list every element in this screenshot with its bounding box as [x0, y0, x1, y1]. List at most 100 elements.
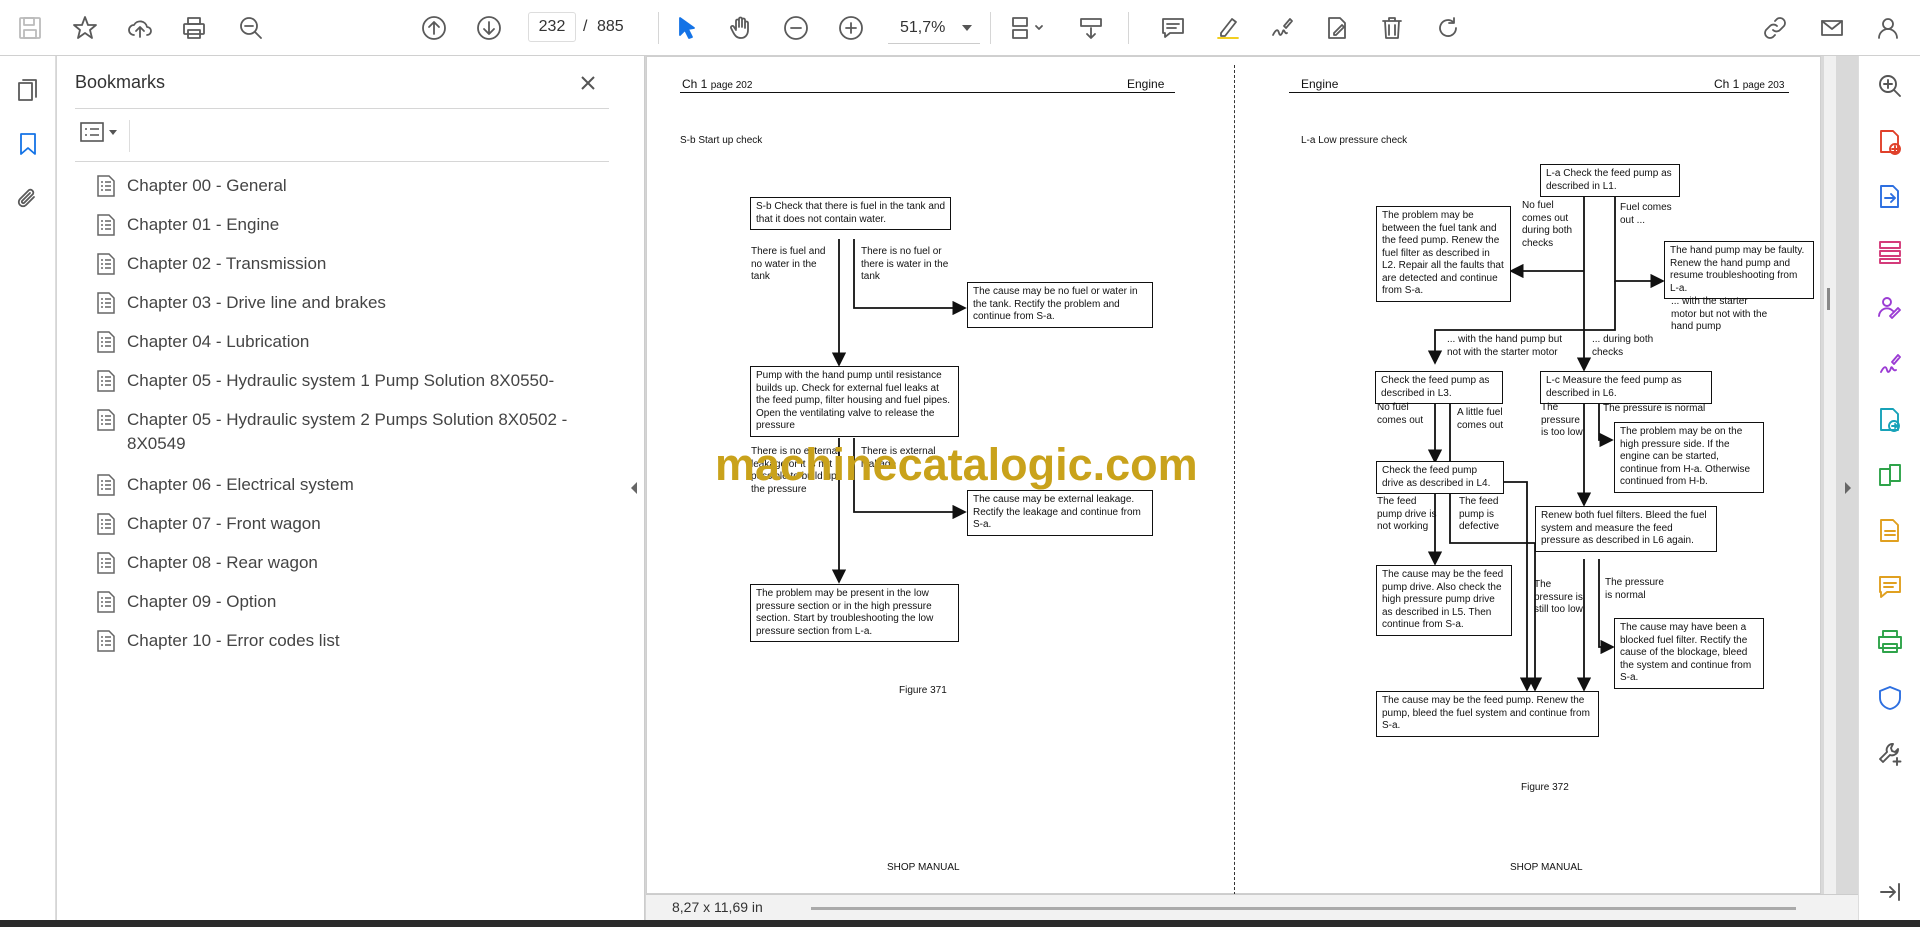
scroll-mode-icon[interactable] [1073, 10, 1109, 46]
bookmark-label: Chapter 06 - Electrical system [127, 475, 354, 494]
redo-icon[interactable] [1430, 10, 1466, 46]
bookmark-label: Chapter 03 - Drive line and brakes [127, 293, 386, 312]
bookmark-page-icon [95, 408, 117, 432]
scan-ocr-icon[interactable] [1874, 515, 1906, 547]
compress-pdf-icon[interactable] [1874, 404, 1906, 436]
more-tools-icon[interactable] [1874, 738, 1906, 770]
total-pages: 885 [597, 18, 624, 35]
arrow-down-circle-icon[interactable] [471, 10, 507, 46]
bookmark-item[interactable]: Chapter 10 - Error codes list [95, 629, 615, 653]
flow-label-fuel-comes: Fuel comes out ... [1620, 202, 1672, 226]
flow-label-drive-not-working: The feed pump drive is not working [1377, 496, 1437, 532]
bookmark-page-icon [95, 252, 117, 276]
account-icon[interactable] [1870, 10, 1906, 46]
zoom-value: 51,7% [900, 19, 946, 36]
hand-tool-icon[interactable] [723, 10, 759, 46]
flow-label-starter: ... with the starter motor but not with … [1671, 296, 1768, 332]
collapse-left-panel-icon[interactable] [628, 480, 640, 496]
save-icon[interactable] [12, 10, 48, 46]
flow-box-feed-drive: The cause may be the feed pump drive. Al… [1376, 565, 1512, 636]
bookmark-item[interactable]: Chapter 08 - Rear wagon [95, 551, 615, 575]
bookmark-page-icon [95, 590, 117, 614]
flow-label-hand-not-starter: ... with the hand pump but not with the … [1447, 334, 1563, 358]
bookmark-page-icon [95, 291, 117, 315]
bookmark-icon[interactable] [10, 126, 46, 162]
select-cursor-icon[interactable] [668, 10, 704, 46]
attachment-icon[interactable] [10, 180, 46, 216]
bookmark-item[interactable]: Chapter 05 - Hydraulic system 2 Pumps So… [95, 408, 615, 456]
bookmark-item[interactable]: Chapter 00 - General [95, 174, 615, 198]
trash-icon[interactable] [1374, 10, 1410, 46]
flow-label-normal: The pressure is normal [1603, 403, 1706, 414]
flow-box-renew-filters: Renew both fuel filters. Bleed the fuel … [1535, 506, 1717, 552]
bookmark-item[interactable]: Chapter 07 - Front wagon [95, 512, 615, 536]
star-icon[interactable] [67, 10, 103, 46]
flow-label-l3-little: A little fuel comes out [1457, 407, 1504, 431]
collapse-right-panel-icon[interactable] [1842, 480, 1854, 496]
bookmark-page-icon [95, 629, 117, 653]
print-icon[interactable] [176, 10, 212, 46]
flow-box-hand-pump: Pump with the hand pump until resistance… [750, 366, 959, 437]
flow-box-blocked-filter: The cause may have been a blocked fuel f… [1614, 618, 1764, 689]
draw-signature-icon[interactable] [1264, 10, 1300, 46]
flow-label-fuel-ok: There is fuel and no water in the tank [751, 246, 826, 282]
page-number-input[interactable]: 232 [528, 12, 576, 42]
bookmark-page-icon [95, 330, 117, 354]
bookmark-item[interactable]: Chapter 09 - Option [95, 590, 615, 614]
bookmark-label: Chapter 02 - Transmission [127, 254, 327, 273]
comment-tool-icon[interactable] [1874, 571, 1906, 603]
compare-files-icon[interactable] [1874, 459, 1906, 491]
flow-box-l3: Check the feed pump as described in L3. [1375, 371, 1503, 404]
create-pdf-icon[interactable] [1874, 126, 1906, 158]
email-icon[interactable] [1814, 10, 1850, 46]
organize-pages-icon[interactable] [1874, 236, 1906, 268]
flow-label-no-fuel-both: No fuel comes out during both checks [1522, 200, 1573, 249]
expand-panel-icon[interactable] [1874, 876, 1906, 908]
close-icon[interactable] [575, 70, 601, 96]
search-zoom-icon[interactable] [233, 10, 269, 46]
bookmark-item[interactable]: Chapter 02 - Transmission [95, 252, 615, 276]
bookmark-options-button[interactable] [75, 116, 121, 148]
chevron-down-icon [962, 25, 972, 31]
flow-label-too-low: The pressure is too low [1541, 402, 1583, 438]
bookmark-label: Chapter 09 - Option [127, 592, 277, 611]
bookmark-page-icon [95, 512, 117, 536]
flow-label-defective: The feed pump is defective [1459, 496, 1500, 532]
bookmark-label: Chapter 00 - General [127, 176, 287, 195]
upload-cloud-icon[interactable] [122, 10, 158, 46]
zoom-in-icon[interactable] [833, 10, 869, 46]
share-link-icon[interactable] [1757, 10, 1793, 46]
bookmark-page-icon [95, 213, 117, 237]
protect-shield-icon[interactable] [1874, 682, 1906, 714]
vertical-scrollbar[interactable] [1824, 56, 1836, 894]
comment-icon[interactable] [1155, 10, 1191, 46]
arrow-up-circle-icon[interactable] [416, 10, 452, 46]
document-viewport[interactable]: Ch 1 page 202 Engine S-b Start up check … [646, 56, 1858, 920]
bookmark-page-icon [95, 551, 117, 575]
fill-sign-icon[interactable] [1874, 348, 1906, 380]
bookmark-label: Chapter 05 - Hydraulic system 2 Pumps So… [127, 410, 568, 453]
scroll-thumb[interactable] [1827, 288, 1830, 310]
page-separator: / [583, 18, 588, 35]
page-fit-icon[interactable] [1003, 10, 1053, 46]
print-production-icon[interactable] [1874, 626, 1906, 658]
pages-thumbnails-icon[interactable] [10, 72, 46, 108]
export-pdf-icon[interactable] [1874, 181, 1906, 213]
bookmark-page-icon [95, 473, 117, 497]
zoom-level-select[interactable]: 51,7% [888, 12, 980, 44]
right-tools-rail [1858, 56, 1920, 920]
page-dimensions: 8,27 x 11,69 in [672, 899, 763, 915]
flow-box-hand-faulty: The hand pump may be faulty. Renew the h… [1664, 241, 1814, 299]
bookmark-item[interactable]: Chapter 04 - Lubrication [95, 330, 615, 354]
zoom-out-icon[interactable] [778, 10, 814, 46]
request-signature-icon[interactable] [1874, 292, 1906, 324]
flow-label-no-fuel: There is no fuel or there is water in th… [861, 246, 949, 282]
horizontal-scrollbar[interactable] [811, 907, 1796, 910]
bookmark-item[interactable]: Chapter 06 - Electrical system [95, 473, 615, 497]
edit-pdf-icon[interactable] [1319, 10, 1355, 46]
bookmark-item[interactable]: Chapter 03 - Drive line and brakes [95, 291, 615, 315]
zoom-search-icon[interactable] [1874, 70, 1906, 102]
highlight-pen-icon[interactable] [1210, 10, 1246, 46]
bookmark-item[interactable]: Chapter 01 - Engine [95, 213, 615, 237]
bookmark-item[interactable]: Chapter 05 - Hydraulic system 1 Pump Sol… [95, 369, 615, 393]
